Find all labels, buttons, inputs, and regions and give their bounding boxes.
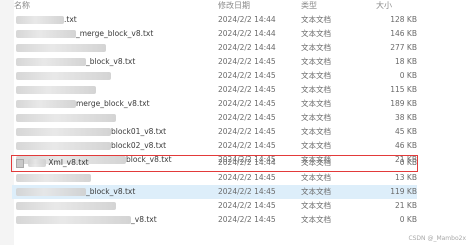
- file-size: 115 KB: [390, 85, 417, 94]
- file-row[interactable]: .txt 2024/2/2 14:44 文本文档 128 KB: [12, 13, 417, 27]
- file-date: 2024/2/2 14:44: [218, 43, 276, 52]
- file-date: 2024/2/2 14:45: [218, 201, 276, 210]
- file-date: 2024/2/2 14:45: [218, 113, 276, 122]
- file-size: 146 KB: [390, 29, 417, 38]
- file-size: 0 KB: [399, 158, 417, 167]
- file-type: 文本文档: [301, 141, 331, 150]
- file-date: 2024/2/2 14:45: [218, 71, 276, 80]
- file-row[interactable]: merge_block_v8.txt 2024/2/2 14:45 文本文档 1…: [12, 97, 417, 111]
- column-header: 名称 修改日期 类型 大小: [0, 0, 474, 12]
- file-type: 文本文档: [301, 173, 331, 182]
- file-name: _v8.txt: [16, 213, 196, 227]
- file-type: 文本文档: [301, 57, 331, 66]
- file-size: 277 KB: [390, 43, 417, 52]
- file-type: 文本文档: [301, 43, 331, 52]
- file-name: _merge_block_v8.txt: [16, 27, 196, 41]
- file-name-text: _block_v8.txt: [86, 187, 136, 196]
- file-date: 2024/2/2 14:45: [218, 99, 276, 108]
- file-date: 2024/2/2 14:45: [218, 187, 276, 196]
- file-row[interactable]: 2024/2/2 14:45 文本文档 38 KB: [12, 111, 417, 125]
- file-row[interactable]: 2024/2/2 14:44 文本文档 277 KB: [12, 41, 417, 55]
- file-date: 2024/2/2 14:44: [218, 15, 276, 24]
- file-row[interactable]: 2024/2/2 14:45 文本文档 0 KB: [12, 69, 417, 83]
- column-size[interactable]: 大小: [376, 0, 392, 12]
- text-file-icon: [16, 159, 24, 168]
- file-date: 2024/2/2 14:45: [218, 215, 276, 224]
- file-name: [16, 171, 196, 185]
- file-name: .txt: [16, 13, 196, 27]
- file-size: 13 KB: [395, 173, 417, 182]
- column-type[interactable]: 类型: [301, 0, 317, 12]
- file-name: _block_v8.txt: [16, 185, 196, 199]
- file-row[interactable]: 2024/2/2 14:45 文本文档 115 KB: [12, 83, 417, 97]
- file-row[interactable]: _block_v8.txt 2024/2/2 14:45 文本文档 18 KB: [12, 55, 417, 69]
- file-row[interactable]: _v8.txt 2024/2/2 14:45 文本文档 0 KB: [12, 213, 417, 227]
- file-type: 文本文档: [301, 71, 331, 80]
- file-name: block01_v8.txt: [16, 125, 196, 139]
- column-name[interactable]: 名称: [14, 0, 30, 12]
- file-name-text: _block_v8.txt: [86, 57, 136, 66]
- file-name-text: _v8.txt: [131, 215, 157, 224]
- file-date: 2024/2/2 14:44: [218, 158, 276, 167]
- file-name: [16, 69, 196, 83]
- file-date: 2024/2/2 14:44: [218, 29, 276, 38]
- file-type: 文本文档: [301, 127, 331, 136]
- file-size: 128 KB: [390, 15, 417, 24]
- file-size: 45 KB: [395, 127, 417, 136]
- file-name-text: block02_v8.txt: [111, 141, 167, 150]
- file-type: 文本文档: [301, 158, 331, 167]
- column-date[interactable]: 修改日期: [218, 0, 250, 12]
- file-size: 38 KB: [395, 113, 417, 122]
- file-row[interactable]: block02_v8.txt 2024/2/2 14:45 文本文档 46 KB: [12, 139, 417, 153]
- file-size: 119 KB: [390, 187, 417, 196]
- file-date: 2024/2/2 14:45: [218, 173, 276, 182]
- file-type: 文本文档: [301, 99, 331, 108]
- file-name: _block_v8.txt: [16, 55, 196, 69]
- file-type: 文本文档: [301, 187, 331, 196]
- file-size: 0 KB: [399, 71, 417, 80]
- file-type: 文本文档: [301, 85, 331, 94]
- file-size: 0 KB: [399, 215, 417, 224]
- file-type: 文本文档: [301, 113, 331, 122]
- file-row[interactable]: 2024/2/2 14:45 文本文档 13 KB: [12, 171, 417, 185]
- file-name: [16, 199, 196, 213]
- file-name: block02_v8.txt: [16, 139, 196, 153]
- file-name: merge_block_v8.txt: [16, 97, 196, 111]
- file-name-text: block01_v8.txt: [111, 127, 167, 136]
- file-type: 文本文档: [301, 29, 331, 38]
- file-date: 2024/2/2 14:45: [218, 141, 276, 150]
- file-row[interactable]: 2024/2/2 14:45 文本文档 21 KB: [12, 199, 417, 213]
- file-name: [16, 111, 196, 125]
- file-size: 46 KB: [395, 141, 417, 150]
- file-name-text: Xml_v8.txt: [48, 158, 89, 167]
- file-name: [16, 41, 196, 55]
- watermark: CSDN @_Mambo2x: [408, 235, 466, 242]
- file-size: 21 KB: [395, 201, 417, 210]
- file-date: 2024/2/2 14:45: [218, 127, 276, 136]
- file-row-highlighted[interactable]: Xml_v8.txt 2024/2/2 14:44 文本文档 0 KB: [11, 155, 418, 172]
- file-name-text: _merge_block_v8.txt: [76, 29, 154, 38]
- file-name: Xml_v8.txt: [28, 156, 208, 170]
- file-row-selected[interactable]: _block_v8.txt 2024/2/2 14:45 文本文档 119 KB: [12, 185, 417, 199]
- file-name-text: merge_block_v8.txt: [76, 99, 150, 108]
- file-name-text: .txt: [64, 15, 77, 24]
- file-size: 18 KB: [395, 57, 417, 66]
- file-size: 189 KB: [390, 99, 417, 108]
- file-date: 2024/2/2 14:45: [218, 57, 276, 66]
- file-type: 文本文档: [301, 215, 331, 224]
- file-row[interactable]: _merge_block_v8.txt 2024/2/2 14:44 文本文档 …: [12, 27, 417, 41]
- file-name: [16, 83, 196, 97]
- file-type: 文本文档: [301, 15, 331, 24]
- file-row[interactable]: block01_v8.txt 2024/2/2 14:45 文本文档 45 KB: [12, 125, 417, 139]
- file-date: 2024/2/2 14:45: [218, 85, 276, 94]
- file-type: 文本文档: [301, 201, 331, 210]
